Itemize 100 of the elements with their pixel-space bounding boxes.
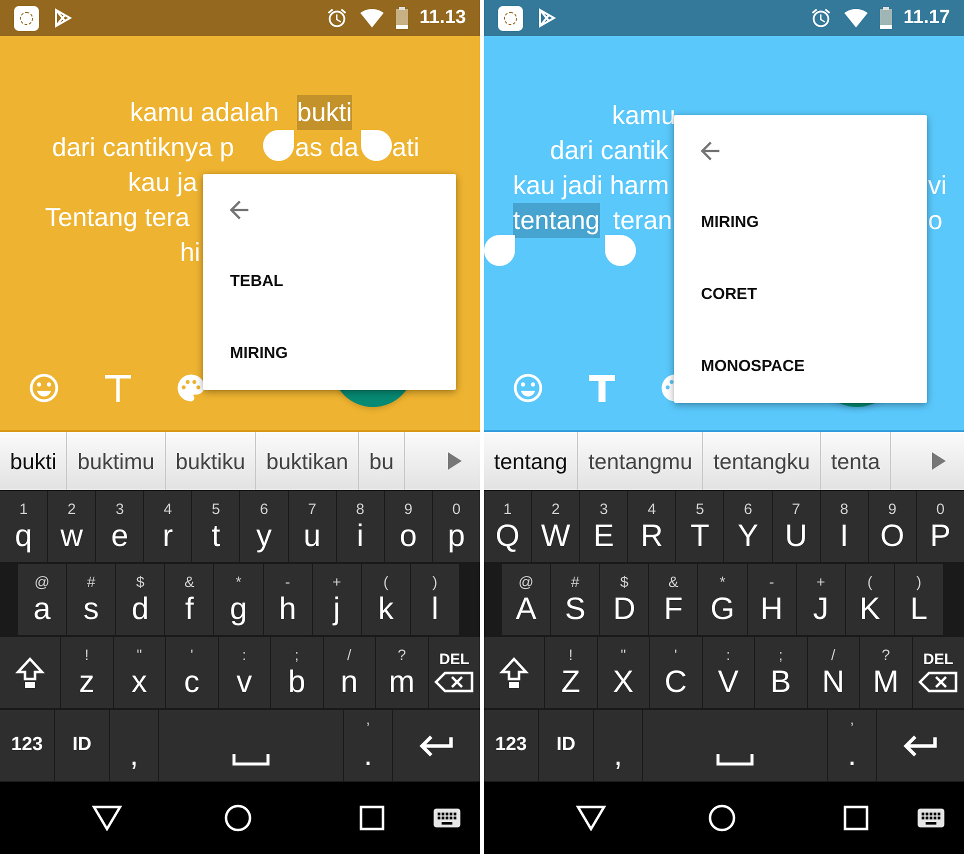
keyboard-key[interactable]: 9 o xyxy=(384,491,432,562)
keyboard-key[interactable]: ( k xyxy=(362,564,410,635)
home-icon[interactable] xyxy=(708,804,736,832)
menu-item[interactable]: TEBAL xyxy=(203,246,456,318)
keyboard-key[interactable]: 3 E xyxy=(580,491,628,562)
menu-item[interactable]: CORET xyxy=(674,259,927,331)
keyboard-key[interactable]: 2 W xyxy=(532,491,580,562)
keyboard-key[interactable]: ! Z xyxy=(545,637,596,708)
keyboard-key[interactable]: * g xyxy=(214,564,263,635)
keyboard-key[interactable]: ' c xyxy=(166,637,218,708)
keyboard-key[interactable]: 5 T xyxy=(676,491,724,562)
keyboard-key[interactable]: + j xyxy=(312,564,361,635)
keyboard-key[interactable]: 4 R xyxy=(628,491,676,562)
key-label: q xyxy=(14,520,32,551)
keyboard-key[interactable]: # S xyxy=(551,564,600,635)
keyboard-key[interactable] xyxy=(877,710,964,781)
key-hint: 9 xyxy=(404,502,412,520)
keyboard-key[interactable]: ) l xyxy=(410,564,459,635)
keyboard-key[interactable]: ; b xyxy=(271,637,322,708)
keyboard-key[interactable]: ? m xyxy=(376,637,428,708)
keyboard-key[interactable]: * G xyxy=(698,564,747,635)
key-label: c xyxy=(184,666,200,697)
key-hint: @ xyxy=(34,575,50,593)
keyboard-key[interactable]: ? M xyxy=(860,637,912,708)
keyboard-key[interactable]: 1 Q xyxy=(484,491,532,562)
keyboard-key[interactable]: 9 O xyxy=(868,491,916,562)
keyboard-key[interactable]: - H xyxy=(748,564,796,635)
keyboard-key[interactable]: & F xyxy=(649,564,698,635)
keyboard-key[interactable]: ’ . xyxy=(344,710,392,781)
back-icon[interactable] xyxy=(576,805,606,831)
keyboard-key[interactable]: " x xyxy=(114,637,165,708)
keyboard-key[interactable]: ) L xyxy=(894,564,943,635)
keyboard-key[interactable]: : v xyxy=(218,637,270,708)
keyboard-key[interactable]: ; B xyxy=(755,637,806,708)
selection-handle[interactable] xyxy=(484,235,515,266)
menu-item[interactable]: MIRING xyxy=(674,187,927,259)
keyboard-key[interactable]: ' C xyxy=(650,637,702,708)
key-label: DEL xyxy=(923,652,954,667)
app-notification-icon xyxy=(498,6,523,30)
menu-item[interactable]: MIRING xyxy=(203,318,456,390)
keyboard-key[interactable]: / N xyxy=(808,637,859,708)
keyboard-key[interactable] xyxy=(0,637,60,708)
home-icon[interactable] xyxy=(224,804,252,832)
keyboard-key[interactable]: 6 y xyxy=(240,491,288,562)
selection-handle[interactable] xyxy=(605,235,636,266)
keyboard-key[interactable]: $ D xyxy=(600,564,648,635)
keyboard-key[interactable]: ( K xyxy=(846,564,894,635)
keyboard-key[interactable]: 123 xyxy=(0,710,54,781)
key-label: E xyxy=(593,520,614,551)
key-hint: ) xyxy=(916,575,922,593)
keyboard-key[interactable]: 2 w xyxy=(48,491,96,562)
keyboard-key[interactable] xyxy=(393,710,480,781)
key-hint: 4 xyxy=(164,502,172,520)
key-label: F xyxy=(664,593,683,624)
keyboard-key[interactable] xyxy=(484,637,544,708)
keyboard-key[interactable]: + J xyxy=(796,564,845,635)
play-store-icon xyxy=(537,8,557,28)
key-label: DEL xyxy=(439,652,470,667)
keyboard-key[interactable]: DEL xyxy=(428,637,480,708)
keyboard-key[interactable]: , xyxy=(110,710,158,781)
keyboard-key[interactable]: 8 I xyxy=(820,491,868,562)
keyboard-key[interactable]: @ a xyxy=(18,564,66,635)
keyboard-key[interactable]: : V xyxy=(702,637,754,708)
keyboard-key[interactable]: DEL xyxy=(912,637,964,708)
keyboard-key[interactable]: 1 q xyxy=(0,491,48,562)
message-text: teran xyxy=(613,204,672,237)
keyboard-key[interactable]: ID xyxy=(539,710,593,781)
keyboard-key[interactable]: 4 r xyxy=(144,491,192,562)
key-hint: + xyxy=(816,575,826,593)
keyboard-key[interactable]: - h xyxy=(264,564,312,635)
keyboard-key[interactable]: 8 i xyxy=(336,491,384,562)
keyboard-key[interactable]: 123 xyxy=(484,710,538,781)
key-label: f xyxy=(185,593,194,624)
key-label: 123 xyxy=(11,733,43,758)
keyboard-key[interactable]: , xyxy=(594,710,642,781)
keyboard-key[interactable]: @ A xyxy=(502,564,550,635)
keyboard-key[interactable]: 7 U xyxy=(772,491,820,562)
keyboard-key[interactable]: " X xyxy=(598,637,649,708)
keyboard-key[interactable]: 6 Y xyxy=(724,491,772,562)
key-label: e xyxy=(111,520,128,551)
keyboard-key[interactable]: 3 e xyxy=(96,491,144,562)
keyboard-key[interactable]: & f xyxy=(165,564,214,635)
back-icon[interactable] xyxy=(92,805,122,831)
keyboard-key[interactable]: ID xyxy=(55,710,109,781)
keyboard-key[interactable]: 0 P xyxy=(916,491,964,562)
recents-icon[interactable] xyxy=(843,805,869,831)
keyboard-key[interactable]: 0 p xyxy=(432,491,480,562)
recents-icon[interactable] xyxy=(359,805,385,831)
keyboard-key[interactable]: ’ . xyxy=(828,710,876,781)
selection-handle[interactable] xyxy=(263,130,294,161)
keyboard-key[interactable]: ! z xyxy=(61,637,112,708)
menu-item[interactable]: MONOSPACE xyxy=(674,331,927,403)
keyboard-key[interactable]: $ d xyxy=(116,564,164,635)
keyboard-key[interactable]: / n xyxy=(324,637,375,708)
key-label: . xyxy=(364,739,372,770)
key-hint: 5 xyxy=(696,502,704,520)
keyboard-key[interactable]: # s xyxy=(67,564,116,635)
keyboard-key[interactable]: 5 t xyxy=(192,491,240,562)
selection-handle[interactable] xyxy=(361,130,392,161)
keyboard-key[interactable]: 7 u xyxy=(288,491,336,562)
